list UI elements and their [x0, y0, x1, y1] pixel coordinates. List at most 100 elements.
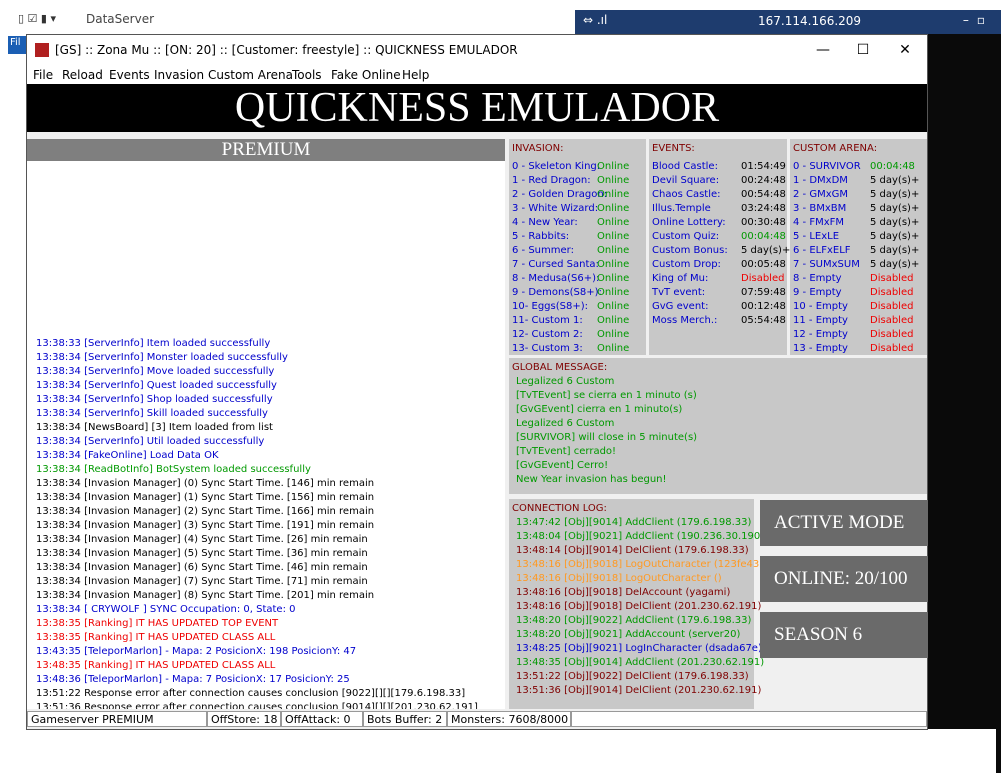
menu-tools[interactable]: Tools [292, 68, 322, 82]
season-button[interactable]: SEASON 6 [760, 612, 928, 658]
menu-fake-online[interactable]: Fake Online [331, 68, 401, 82]
menu-help[interactable]: Help [402, 68, 429, 82]
global-message-line: [TvTEvent] cerrado! [516, 446, 617, 457]
log-line: 13:38:34 [Invasion Manager] (1) Sync Sta… [36, 492, 375, 503]
log-line: 13:38:34 [Invasion Manager] (2) Sync Sta… [36, 506, 375, 517]
gameserver-window: [GS] :: Zona Mu :: [ON: 20] :: [Customer… [26, 34, 928, 730]
premium-header: PREMIUM [27, 139, 505, 161]
invasion-status: Online [597, 273, 630, 284]
maximize-button[interactable]: ☐ [843, 39, 883, 61]
close-button[interactable]: ✕ [885, 39, 925, 61]
arena-name: 9 - Empty [793, 287, 842, 298]
remote-window-controls[interactable]: –▫ [963, 13, 993, 27]
log-line: 13:38:34 [ServerInfo] Move loaded succes… [36, 366, 275, 377]
arena-value: Disabled [870, 329, 914, 340]
invasion-name: 8 - Medusa(S6+): [512, 273, 600, 284]
arena-value: 5 day(s)+ [870, 259, 920, 270]
status-empty [571, 711, 927, 727]
event-value: 07:59:48 [741, 287, 786, 298]
log-line: 13:38:34 [ServerInfo] Monster loaded suc… [36, 352, 288, 363]
global-message-line: [TvTEvent] se cierra en 1 minuto (s) [516, 390, 697, 401]
arena-value: 5 day(s)+ [870, 189, 920, 200]
event-name: Chaos Castle: [652, 189, 721, 200]
event-value: 01:54:49 [741, 161, 786, 172]
event-name: Blood Castle: [652, 161, 718, 172]
arena-name: 12 - Empty [793, 329, 848, 340]
arena-value: 00:04:48 [870, 161, 915, 172]
event-value: 05:54:48 [741, 315, 786, 326]
log-line: 13:38:34 [Invasion Manager] (5) Sync Sta… [36, 548, 368, 559]
status-offstore: OffStore: 18 [207, 711, 281, 727]
global-message-line: Legalized 6 Custom [516, 418, 615, 429]
arena-name: 1 - DMxDM [793, 175, 848, 186]
title-bar[interactable]: [GS] :: Zona Mu :: [ON: 20] :: [Customer… [27, 35, 927, 65]
online-count-button[interactable]: ONLINE: 20/100 [760, 556, 928, 602]
invasion-name: 10- Eggs(S8+): [512, 301, 588, 312]
global-message-panel: GLOBAL MESSAGE: Legalized 6 Custom [TvTEv… [509, 358, 927, 494]
connection-log-line: 13:48:16 [Obj][9018] LogOutCharacter () [516, 573, 722, 584]
invasion-status: Online [597, 287, 630, 298]
log-line: 13:38:34 [Invasion Manager] (7) Sync Sta… [36, 576, 368, 587]
connection-log-line: 13:48:20 [Obj][9021] AddAccount (server2… [516, 629, 741, 640]
log-line: 13:38:34 [Invasion Manager] (6) Sync Sta… [36, 562, 368, 573]
log-line: 13:38:34 [Invasion Manager] (8) Sync Sta… [36, 590, 375, 601]
minimize-button[interactable]: — [803, 39, 843, 61]
arena-name: 8 - Empty [793, 273, 842, 284]
log-line: 13:38:35 [Ranking] IT HAS UPDATED TOP EV… [36, 618, 279, 629]
arena-value: 5 day(s)+ [870, 175, 920, 186]
arena-name: 4 - FMxFM [793, 217, 845, 228]
invasion-name: 6 - Summer: [512, 245, 574, 256]
connection-log-header: CONNECTION LOG: [512, 503, 607, 514]
log-line: 13:51:22 Response error after connection… [36, 688, 466, 699]
log-line: 13:48:35 [Ranking] IT HAS UPDATED CLASS … [36, 660, 276, 671]
arena-name: 2 - GMxGM [793, 189, 848, 200]
arena-name: 3 - BMxBM [793, 203, 847, 214]
menu-invasion[interactable]: Invasion [154, 68, 204, 82]
custom-arena-header: CUSTOM ARENA: [793, 143, 878, 154]
menu-custom-arena[interactable]: Custom Arena [208, 68, 293, 82]
quick-access-icons: ▯ ☑ ▮ ▾ [18, 12, 56, 25]
invasion-name: 7 - Cursed Santa: [512, 259, 599, 270]
log-line: 13:38:34 [ReadBotInfo] BotSystem loaded … [36, 464, 311, 475]
custom-arena-panel: CUSTOM ARENA: 0 - SURVIVOR 00:04:48 1 - DM… [790, 139, 927, 355]
log-line: 13:48:36 [TeleporMarlon] - Mapa: 7 Posic… [36, 674, 350, 685]
log-line: 13:38:34 [ServerInfo] Shop loaded succes… [36, 394, 273, 405]
arena-name: 6 - ELFxELF [793, 245, 851, 256]
log-line: 13:38:34 [ServerInfo] Skill loaded succe… [36, 408, 268, 419]
log-line: 13:38:34 [NewsBoard] [3] Item loaded fro… [36, 422, 273, 433]
menu-events[interactable]: Events [109, 68, 150, 82]
invasion-name: 0 - Skeleton King: [512, 161, 601, 172]
active-mode-button[interactable]: ACTIVE MODE [760, 500, 928, 546]
invasion-header: INVASION: [512, 143, 564, 154]
connection-log-line: 13:48:16 [Obj][9018] DelAccount (yagami) [516, 587, 731, 598]
connection-log-line: 13:47:42 [Obj][9014] AddClient (179.6.19… [516, 517, 752, 528]
background-explorer-bottom [26, 729, 996, 773]
invasion-name: 4 - New Year: [512, 217, 578, 228]
emulator-banner: QUICKNESS EMULADOR [27, 84, 927, 132]
event-name: Custom Bonus: [652, 245, 728, 256]
event-name: Illus.Temple [652, 203, 711, 214]
arena-name: 0 - SURVIVOR [793, 161, 861, 172]
invasion-status: Online [597, 231, 630, 242]
explorer-title: DataServer [86, 12, 155, 26]
connection-log-line: 13:48:25 [Obj][9021] LogInCharacter (dsa… [516, 643, 762, 654]
arena-value: Disabled [870, 301, 914, 312]
event-value: 00:05:48 [741, 259, 786, 270]
event-name: Custom Quiz: [652, 231, 720, 242]
server-log[interactable]: 13:38:33 [ServerInfo] Item loaded succes… [27, 161, 505, 713]
invasion-status: Online [597, 175, 630, 186]
status-bar: Gameserver PREMIUM OffStore: 18 OffAttac… [27, 709, 927, 729]
window-title: [GS] :: Zona Mu :: [ON: 20] :: [Customer… [55, 43, 518, 57]
menu-file[interactable]: File [33, 68, 53, 82]
log-line: 13:38:35 [Ranking] IT HAS UPDATED CLASS … [36, 632, 276, 643]
arena-name: 5 - LExLE [793, 231, 840, 242]
arena-value: 5 day(s)+ [870, 203, 920, 214]
invasion-name: 11- Custom 1: [512, 315, 583, 326]
menu-bar: File Reload Events Invasion Custom Arena… [27, 65, 927, 85]
menu-reload[interactable]: Reload [62, 68, 103, 82]
status-bots-buffer: Bots Buffer: 2 [363, 711, 447, 727]
global-message-line: New Year invasion has begun! [516, 474, 667, 485]
connection-log-line: 13:48:35 [Obj][9014] AddClient (201.230.… [516, 657, 765, 668]
arena-name: 11 - Empty [793, 315, 848, 326]
log-line: 13:38:34 [Invasion Manager] (0) Sync Sta… [36, 478, 375, 489]
